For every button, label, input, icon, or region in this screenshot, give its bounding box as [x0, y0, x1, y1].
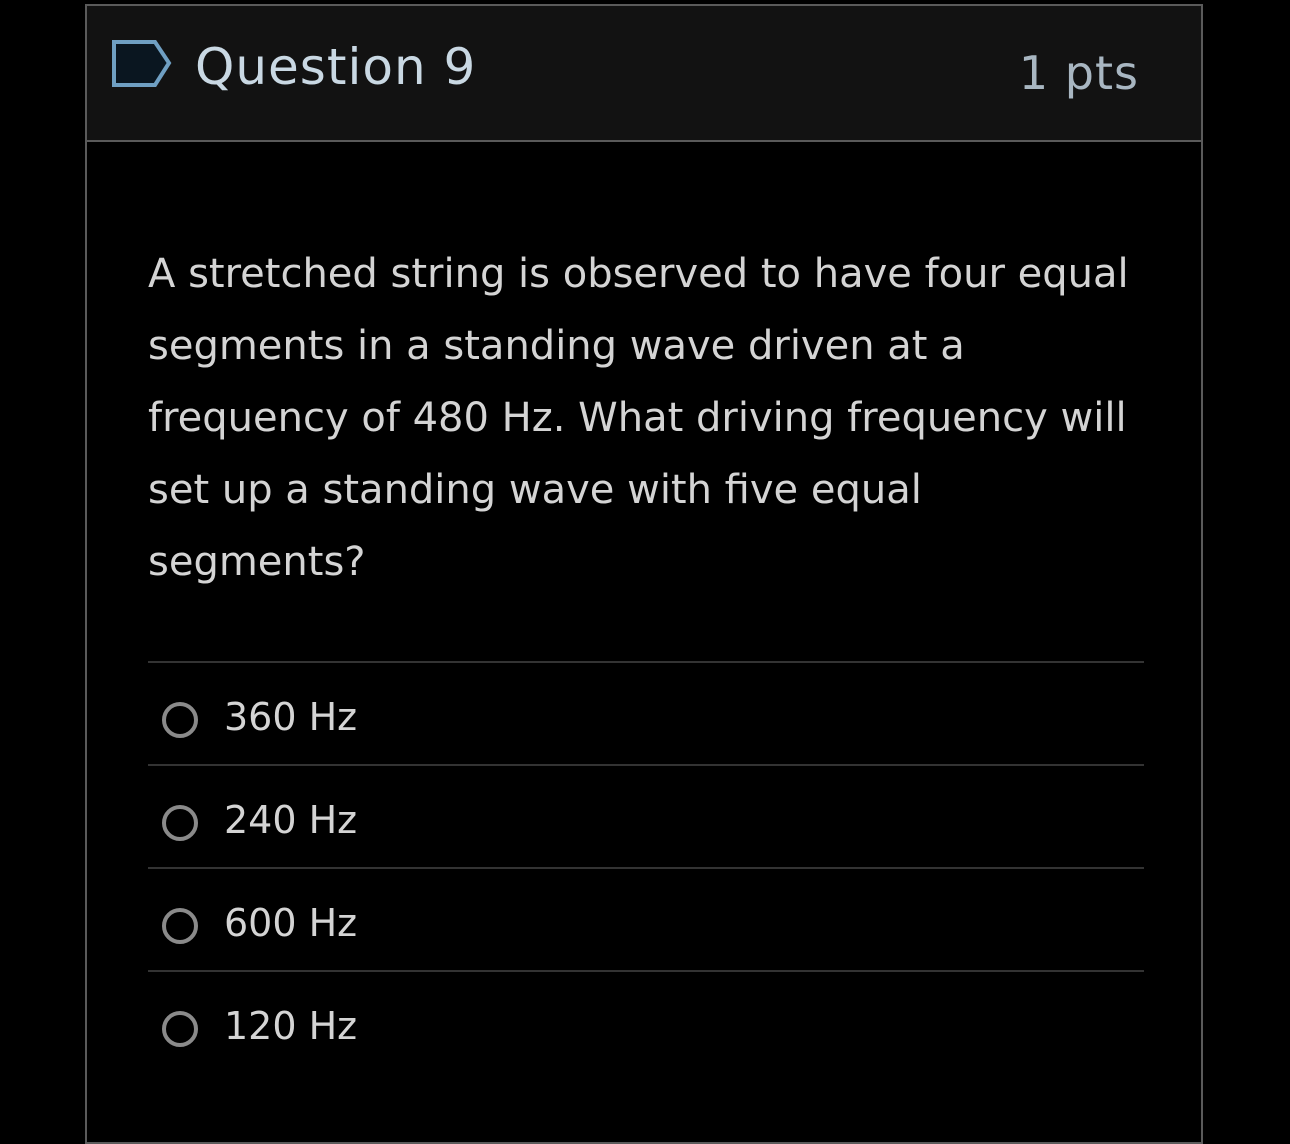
radio-button[interactable]	[162, 908, 198, 944]
answer-option-4[interactable]: 120 Hz	[148, 970, 1144, 1073]
answer-label[interactable]: 240 Hz	[224, 798, 357, 842]
answer-label[interactable]: 360 Hz	[224, 695, 357, 739]
answer-option-2[interactable]: 240 Hz	[148, 764, 1144, 867]
answer-option-3[interactable]: 600 Hz	[148, 867, 1144, 970]
question-header: Question 9 1 pts	[87, 6, 1201, 142]
answer-list: 360 Hz 240 Hz 600 Hz 120 Hz	[148, 661, 1144, 1073]
question-card: Question 9 1 pts A stretched string is o…	[85, 4, 1203, 1144]
answer-label[interactable]: 120 Hz	[224, 1004, 357, 1048]
answer-option-1[interactable]: 360 Hz	[148, 661, 1144, 764]
question-title: Question 9	[195, 38, 477, 96]
answer-label[interactable]: 600 Hz	[224, 901, 357, 945]
question-points: 1 pts	[1018, 46, 1139, 100]
radio-button[interactable]	[162, 1011, 198, 1047]
radio-button[interactable]	[162, 805, 198, 841]
bookmark-flag-icon[interactable]	[111, 39, 173, 91]
question-text: A stretched string is observed to have f…	[148, 251, 1129, 585]
radio-button[interactable]	[162, 702, 198, 738]
